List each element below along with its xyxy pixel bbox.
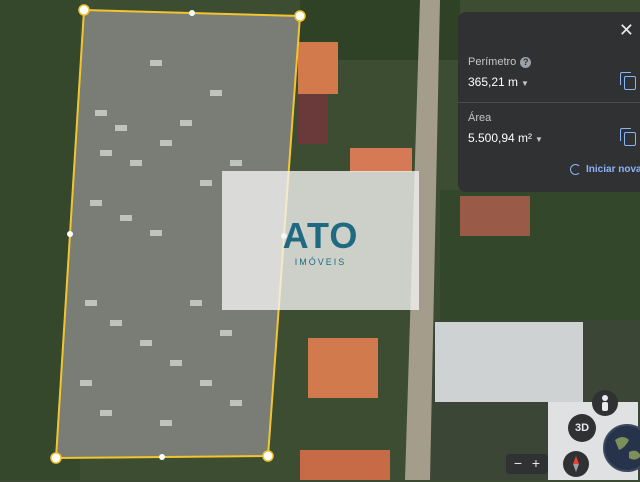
area-value: 5.500,94 m² [468,131,533,145]
zoom-in-button[interactable]: + [527,454,545,473]
perimeter-label-row: Perímetro? [468,56,532,68]
zoom-control: − + [506,454,548,474]
divider [458,102,640,103]
perimeter-value: 365,21 m [468,75,519,89]
measurement-vertex[interactable] [78,4,90,16]
perimeter-value-dropdown[interactable]: 365,21 m ▼ [468,75,529,89]
zoom-out-button[interactable]: − [509,454,527,473]
logo-subtext: IMÓVEIS [294,257,347,267]
area-value-dropdown[interactable]: 5.500,94 m² ▼ [468,131,543,145]
measurement-vertex[interactable] [262,450,274,462]
measure-panel: ✕ Perímetro? 365,21 m ▼ Área 5.500,94 m² ▼… [458,12,640,192]
measurement-vertex[interactable] [294,10,306,22]
copy-icon[interactable] [620,128,636,146]
watermark-logo-box: ATO IMÓVEIS [222,171,419,310]
3d-toggle-button[interactable]: 3D [568,414,596,442]
measurement-midpoint[interactable] [67,231,73,237]
area-label: Área [468,112,492,124]
help-icon[interactable]: ? [520,57,532,68]
copy-icon[interactable] [620,72,636,90]
restart-icon [570,164,581,175]
measurement-midpoint[interactable] [189,10,195,16]
measurement-vertex[interactable] [50,452,62,464]
measurement-midpoint[interactable] [159,454,165,460]
restart-measure-button[interactable]: Iniciar nova [586,164,640,175]
perimeter-label: Perímetro [468,56,517,68]
chevron-down-icon: ▼ [521,79,529,88]
pegman-icon[interactable] [592,390,618,416]
globe-icon[interactable] [603,424,640,472]
close-icon[interactable]: ✕ [619,20,634,41]
chevron-down-icon: ▼ [535,135,543,144]
logo-text: ATO [282,215,359,256]
compass-icon[interactable] [563,451,589,477]
